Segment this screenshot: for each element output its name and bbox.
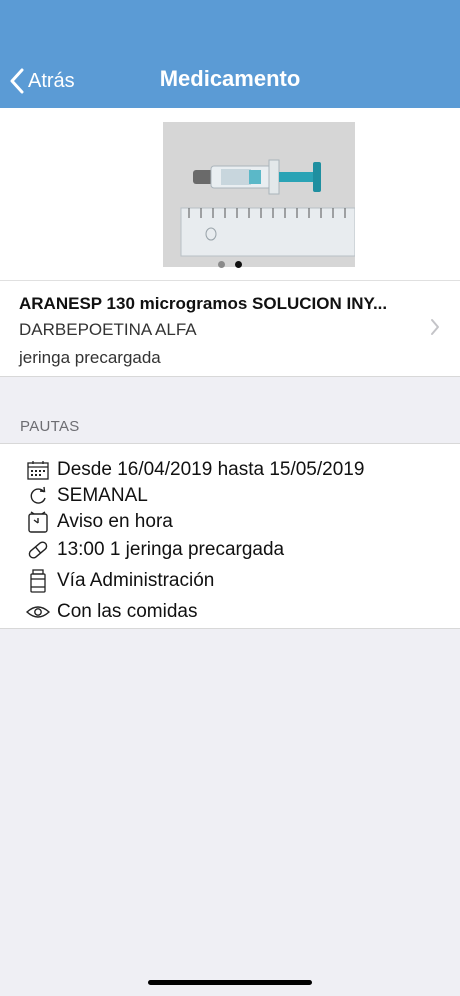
repeat-icon bbox=[26, 484, 50, 508]
active-ingredient: DARBEPOETINA ALFA bbox=[19, 320, 197, 339]
pautas-list: Desde 16/04/2019 hasta 15/05/2019 SEMANA… bbox=[0, 443, 460, 629]
pauta-meals: Con las comidas bbox=[26, 600, 197, 624]
navigation-bar: Atrás Medicamento bbox=[0, 0, 460, 108]
eye-icon bbox=[26, 600, 50, 624]
pauta-frequency: SEMANAL bbox=[26, 484, 148, 508]
page-dot-active[interactable] bbox=[235, 261, 242, 268]
alarm-clock-icon bbox=[26, 510, 50, 534]
medication-row[interactable]: ARANESP 130 microgramos SOLUCION INY... … bbox=[0, 280, 460, 377]
pauta-alert: Aviso en hora bbox=[26, 510, 173, 534]
pauta-text: 13:00 1 jeringa precargada bbox=[57, 539, 285, 560]
page-title: Medicamento bbox=[159, 66, 301, 91]
pauta-text: Con las comidas bbox=[57, 601, 198, 622]
section-title: PAUTAS bbox=[20, 418, 80, 435]
home-indicator[interactable] bbox=[148, 980, 312, 985]
pill-icon bbox=[26, 538, 50, 562]
medication-name: ARANESP 130 microgramos SOLUCION INY... bbox=[19, 294, 388, 313]
pauta-dose: 13:00 1 jeringa precargada bbox=[26, 538, 284, 562]
medication-photo[interactable] bbox=[163, 122, 355, 267]
medication-form: jeringa precargada bbox=[19, 348, 161, 367]
calendar-icon bbox=[26, 458, 50, 482]
chevron-right-icon bbox=[431, 319, 439, 335]
pauta-text: Vía Administración bbox=[57, 570, 215, 591]
pauta-text: Aviso en hora bbox=[57, 511, 173, 532]
pauta-text: Desde 16/04/2019 hasta 15/05/2019 bbox=[57, 459, 365, 480]
pauta-route: Vía Administración bbox=[26, 569, 214, 593]
page-dot[interactable] bbox=[218, 261, 225, 268]
medicine-bottle-icon bbox=[26, 569, 50, 593]
pauta-text: SEMANAL bbox=[57, 485, 148, 506]
page-indicator[interactable] bbox=[0, 261, 460, 268]
image-gallery[interactable] bbox=[0, 108, 460, 280]
pauta-dates: Desde 16/04/2019 hasta 15/05/2019 bbox=[26, 458, 364, 482]
